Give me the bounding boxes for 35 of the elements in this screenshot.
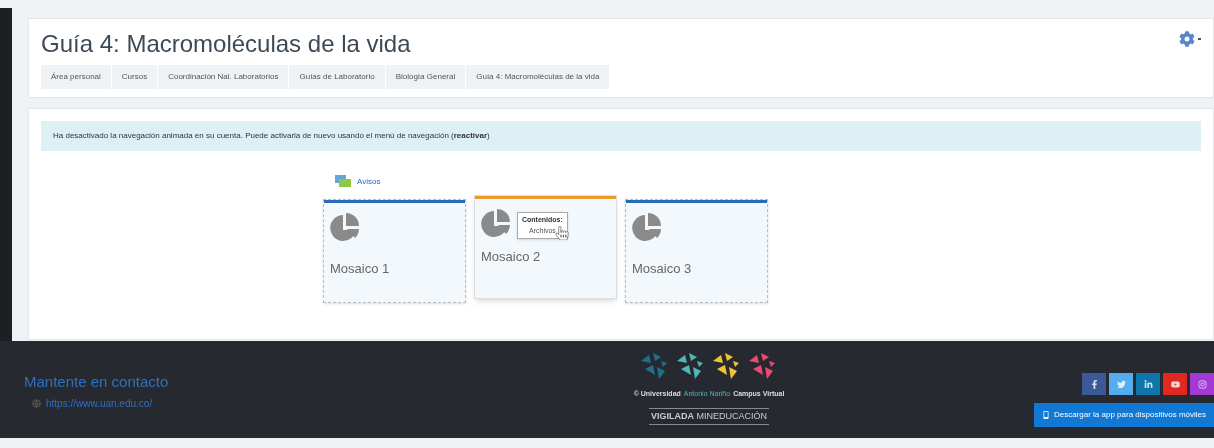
- forum-link[interactable]: Avisos: [357, 176, 381, 188]
- breadcrumb-link[interactable]: Guía 4: Macromoléculas de la vida: [466, 65, 611, 89]
- breadcrumb-link[interactable]: Área personal: [41, 65, 112, 89]
- instagram-icon: [1197, 379, 1207, 389]
- globe-icon: [32, 398, 41, 408]
- linkedin-icon: [1143, 379, 1153, 389]
- page-title: Guía 4: Macromoléculas de la vida: [41, 29, 411, 59]
- breadcrumb-link[interactable]: Cursos: [111, 65, 159, 89]
- twitter-button[interactable]: [1109, 373, 1133, 395]
- breadcrumb-link[interactable]: Guías de Laboratorio: [289, 65, 386, 89]
- instagram-button[interactable]: [1190, 373, 1214, 395]
- pie-chart-icon: [330, 213, 360, 243]
- pie-chart-icon: [632, 213, 662, 243]
- info-alert: Ha desactivado la navegación animada en su cuenta. Puede activarla de nuevo usando el menú de navegación (reactivar): [41, 121, 1201, 151]
- course-tile[interactable]: Mosaico 1: [323, 199, 466, 303]
- breadcrumb-link[interactable]: Biología General: [385, 65, 467, 89]
- tile-title: Mosaico 2: [481, 248, 542, 266]
- settings-icon[interactable]: [1179, 31, 1195, 47]
- youtube-icon: [1170, 379, 1180, 389]
- youtube-button[interactable]: [1163, 373, 1187, 395]
- pie-chart-icon: [481, 209, 511, 239]
- breadcrumb-link[interactable]: Coordinación Nal. Laboratorios: [158, 65, 290, 89]
- phone-icon: [1041, 411, 1050, 419]
- tile-title: Mosaico 3: [632, 260, 693, 278]
- forum-icon: [335, 175, 351, 189]
- download-app-button[interactable]: Descargar la app para dispositivos móviles: [1033, 403, 1214, 427]
- vigilada-label: VIGILADA MINEDUCACIÓN: [649, 407, 769, 425]
- facebook-icon: [1089, 379, 1099, 389]
- hand-cursor-icon: [555, 226, 569, 240]
- facebook-button[interactable]: [1082, 373, 1106, 395]
- course-tile[interactable]: Mosaico 3: [625, 199, 768, 303]
- twitter-icon: [1116, 379, 1126, 389]
- linkedin-button[interactable]: [1136, 373, 1160, 395]
- tile-title: Mosaico 1: [330, 260, 391, 278]
- footer-heading: Mantente en contacto: [24, 372, 170, 392]
